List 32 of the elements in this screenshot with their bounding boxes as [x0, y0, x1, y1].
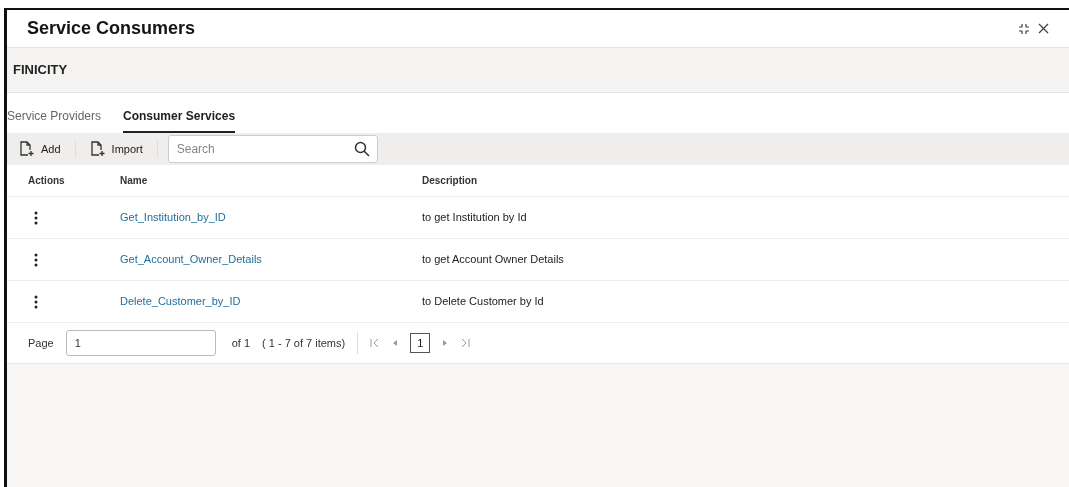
toolbar-button[interactable]: Add: [15, 138, 65, 160]
more-options-icon[interactable]: [34, 210, 38, 225]
add-file-icon: [19, 141, 35, 157]
window-title: Service Consumers: [27, 17, 196, 40]
page-number[interactable]: 1: [410, 333, 431, 353]
page-count: of 1: [231, 335, 251, 351]
table-cell-text: to Delete Customer by Id: [422, 294, 544, 310]
service-name-link[interactable]: Delete_Customer_by_ID: [120, 295, 241, 308]
table-cell-text: to get Institution by Id: [422, 210, 527, 226]
next-page-icon[interactable]: [442, 339, 449, 347]
service-name-link[interactable]: Get_Institution_by_ID: [120, 211, 226, 224]
last-page-icon[interactable]: [460, 338, 471, 348]
search-icon: [353, 141, 370, 157]
column-header: Description: [422, 174, 477, 188]
column-header: Actions: [27, 174, 66, 188]
provider-name: FINICITY: [13, 61, 68, 80]
search-field[interactable]: Search: [167, 135, 378, 163]
column-header: Name: [119, 174, 149, 188]
more-options-icon[interactable]: [34, 294, 38, 309]
item-range: ( 1 - 7 of 7 items): [262, 335, 346, 351]
first-page-icon[interactable]: [370, 338, 381, 348]
previous-page-icon[interactable]: [392, 339, 399, 347]
table-cell-text: to get Account Owner Details: [422, 252, 564, 268]
collapse-icon[interactable]: [1018, 22, 1030, 35]
toolbar-button[interactable]: Import: [85, 138, 147, 160]
add-file-icon: [89, 141, 106, 157]
more-options-icon[interactable]: [34, 252, 38, 267]
page-label: Page: [28, 335, 54, 351]
service-name-link[interactable]: Get_Account_Owner_Details: [120, 253, 262, 266]
tab[interactable]: Service Providers: [7, 107, 102, 133]
close-icon[interactable]: [1038, 23, 1049, 34]
page-input[interactable]: 1: [65, 330, 216, 356]
